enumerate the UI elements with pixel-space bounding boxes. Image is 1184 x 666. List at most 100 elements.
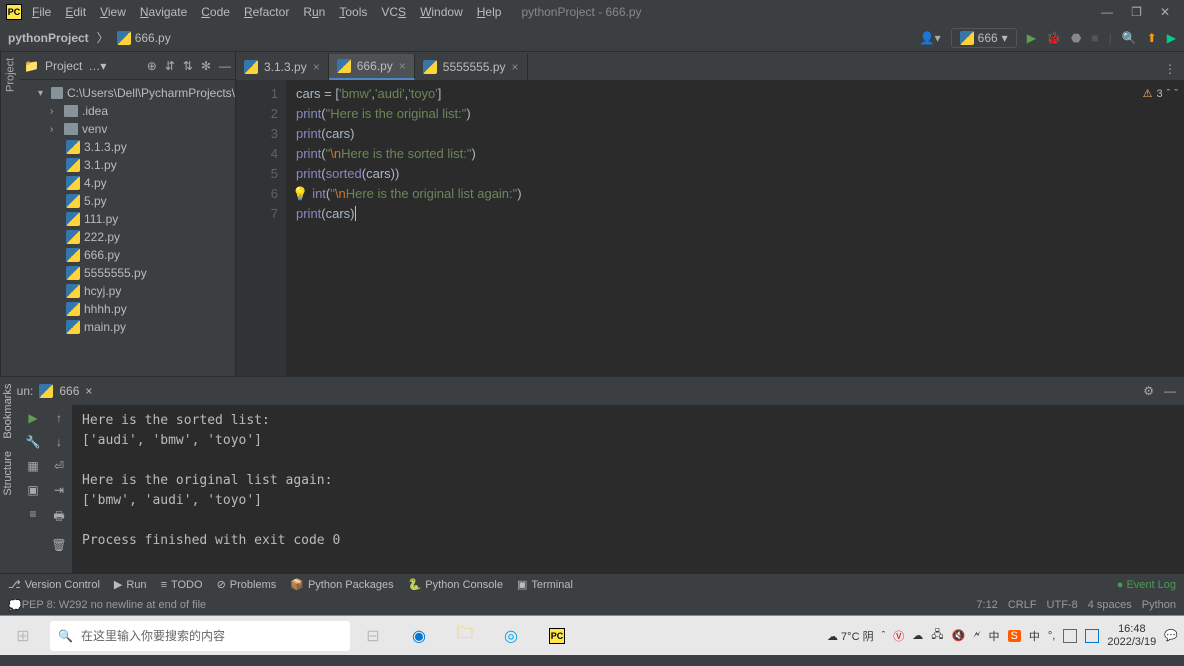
status-encoding[interactable]: UTF-8 — [1047, 599, 1078, 611]
stop-button[interactable]: ■ — [1091, 31, 1098, 45]
tray-kb-icon[interactable] — [1063, 629, 1077, 643]
tray-chevron-icon[interactable]: ˆ — [882, 630, 886, 642]
task-view-icon[interactable]: ⊟ — [350, 616, 396, 656]
tray-network-icon[interactable]: 🖧 — [931, 626, 943, 645]
tree-folder-venv[interactable]: ›venv — [20, 120, 235, 138]
pin-icon[interactable]: ▣ — [27, 483, 38, 497]
status-position[interactable]: 7:12 — [976, 599, 997, 611]
tool-terminal[interactable]: ▣ Terminal — [517, 578, 573, 591]
menu-vcs[interactable]: VCS — [375, 3, 412, 21]
tree-file[interactable]: hcyj.py — [20, 282, 235, 300]
gear-icon[interactable]: ⚙ — [1143, 384, 1154, 398]
editor-tab[interactable]: 5555555.py× — [415, 54, 528, 80]
tray-onedrive-icon[interactable]: ☁ — [912, 629, 923, 642]
tree-folder-idea[interactable]: ›.idea — [20, 102, 235, 120]
status-indent[interactable]: 4 spaces — [1088, 599, 1132, 611]
tree-file[interactable]: 666.py — [20, 246, 235, 264]
rerun-icon[interactable]: ▶ — [28, 411, 37, 425]
tree-file[interactable]: 5555555.py — [20, 264, 235, 282]
tree-file[interactable]: 111.py — [20, 210, 235, 228]
status-line-ending[interactable]: CRLF — [1008, 599, 1037, 611]
hide-icon[interactable]: — — [219, 59, 231, 73]
tools-icon[interactable]: 🔧 — [26, 435, 41, 449]
view-mode-dropdown[interactable]: …▾ — [88, 59, 106, 73]
tree-file[interactable]: hhhh.py — [20, 300, 235, 318]
menu-file[interactable]: File — [26, 3, 57, 21]
settings-icon[interactable]: ✻ — [201, 59, 211, 73]
trash-icon[interactable]: 🗑 — [51, 538, 66, 552]
breadcrumb-project[interactable]: pythonProject — [8, 31, 89, 45]
close-tab-icon[interactable]: × — [313, 60, 320, 74]
menu-view[interactable]: View — [94, 3, 132, 21]
pycharm-taskbar-icon[interactable]: PC — [534, 616, 580, 656]
windows-search[interactable]: 🔍 在这里输入你要搜索的内容 — [50, 621, 350, 651]
minimize-icon[interactable]: — — [1101, 5, 1113, 19]
run-button[interactable]: ▶ — [1027, 31, 1036, 45]
collapse-icon[interactable]: ⇅ — [183, 59, 193, 73]
tray-ime-icon[interactable]: 中 — [989, 628, 1000, 644]
menu-run[interactable]: Run — [297, 3, 331, 21]
user-icon[interactable]: 👤▾ — [920, 31, 941, 45]
windows-start-button[interactable]: ⊞ — [0, 616, 46, 656]
event-log[interactable]: ● Event Log — [1117, 579, 1176, 591]
tray-antivirus-icon[interactable]: Ⓥ — [893, 628, 904, 644]
menu-code[interactable]: Code — [195, 3, 236, 21]
menu-window[interactable]: Window — [414, 3, 469, 21]
expand-all-icon[interactable]: ⇵ — [165, 59, 175, 73]
tray-ime2-icon[interactable]: 中 — [1029, 628, 1040, 644]
more-icon[interactable]: ≡ — [29, 507, 36, 521]
editor-tab[interactable]: 3.1.3.py× — [236, 54, 329, 80]
tool-todo[interactable]: ≡ TODO — [161, 579, 203, 591]
tool-python-packages[interactable]: 📦 Python Packages — [290, 578, 393, 591]
bookmarks-tool-button[interactable]: Bookmarks — [2, 384, 14, 439]
tool-python-console[interactable]: 🐍 Python Console — [408, 578, 503, 591]
scroll-icon[interactable]: ⇥ — [54, 483, 64, 497]
menu-navigate[interactable]: Navigate — [134, 3, 193, 21]
wrap-icon[interactable]: ⏎ — [54, 459, 64, 473]
breadcrumb-file[interactable]: 666.py — [117, 31, 171, 45]
status-interpreter[interactable]: Python — [1142, 599, 1176, 611]
run-output[interactable]: Here is the sorted list: ['audi', 'bmw',… — [72, 405, 1184, 573]
ide-icon[interactable]: ▶ — [1167, 31, 1176, 45]
tray-notification-icon[interactable]: 💬 — [1164, 629, 1178, 642]
explorer-icon[interactable]: 🗀 — [442, 616, 488, 656]
tool-run[interactable]: ▶ Run — [114, 578, 147, 591]
tree-file[interactable]: 3.1.py — [20, 156, 235, 174]
inspection-badge[interactable]: ⚠3 ˆ ˇ — [1143, 84, 1178, 104]
layout-icon[interactable]: ▦ — [27, 459, 38, 473]
close-tab-icon[interactable]: × — [399, 59, 406, 73]
code-editor[interactable]: cars = ['bmw','audi','toyo']print("Here … — [286, 80, 1184, 376]
project-tool-button[interactable]: Project — [5, 58, 17, 92]
menu-help[interactable]: Help — [471, 3, 508, 21]
tray-sogou-icon[interactable]: S — [1008, 630, 1021, 642]
coverage-button[interactable]: ⬣ — [1071, 31, 1081, 45]
tree-file[interactable]: 4.py — [20, 174, 235, 192]
weather-widget[interactable]: ☁ 7°C 阴 — [827, 628, 874, 644]
tool-version-control[interactable]: ⎇ Version Control — [8, 578, 100, 591]
menu-tools[interactable]: Tools — [333, 3, 373, 21]
tree-file[interactable]: 5.py — [20, 192, 235, 210]
app-icon[interactable]: ◎ — [488, 616, 534, 656]
debug-button[interactable]: 🐞 — [1046, 31, 1061, 45]
maximize-icon[interactable]: ❐ — [1131, 5, 1142, 19]
run-config-select[interactable]: 666 ▾ — [951, 28, 1017, 48]
editor-tab[interactable]: 666.py× — [329, 54, 415, 80]
tree-file[interactable]: 222.py — [20, 228, 235, 246]
tree-root[interactable]: ▾C:\Users\Dell\PycharmProjects\ — [20, 84, 235, 102]
close-run-tab-icon[interactable]: × — [85, 384, 92, 398]
tray-punct-icon[interactable]: °, — [1048, 630, 1055, 642]
update-icon[interactable]: ⬆ — [1147, 31, 1157, 45]
close-tab-icon[interactable]: × — [512, 60, 519, 74]
intention-bulb-icon[interactable]: 💡 — [292, 186, 308, 201]
tray-volume-icon[interactable]: 🔇 — [952, 629, 966, 642]
print-icon[interactable]: 🖶 — [53, 507, 64, 528]
tool-problems[interactable]: ⊘ Problems — [217, 578, 277, 591]
hide-panel-icon[interactable]: — — [1164, 384, 1176, 398]
menu-edit[interactable]: Edit — [59, 3, 92, 21]
edge-icon[interactable]: ◉ — [396, 616, 442, 656]
tray-clock[interactable]: 16:482022/3/19 — [1107, 623, 1156, 649]
close-icon[interactable]: ✕ — [1160, 5, 1170, 19]
up-icon[interactable]: ↑ — [56, 411, 62, 425]
tray-battery-icon[interactable]: 🗲 — [973, 629, 980, 642]
editor-more-icon[interactable]: ⋮ — [1156, 58, 1184, 80]
